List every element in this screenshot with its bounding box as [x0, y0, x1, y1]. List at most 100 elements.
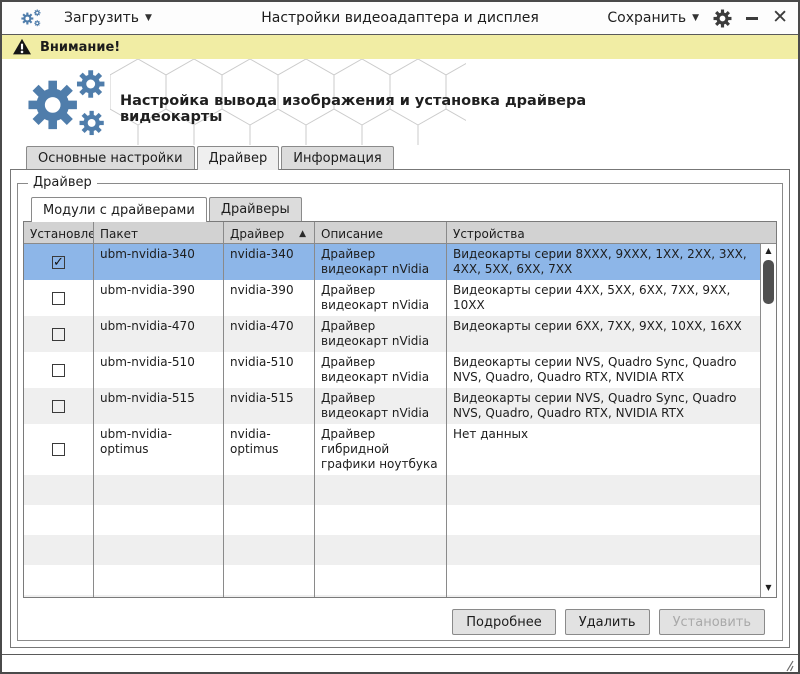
description-cell: Драйвер видеокарт nVidia [315, 244, 447, 280]
devices-cell: Видеокарты серии 4XX, 5XX, 6XX, 7XX, 9XX… [447, 280, 760, 316]
installed-checkbox[interactable] [52, 364, 65, 377]
table-row[interactable]: ubm-nvidia-optimus nvidia-optimus Драйве… [24, 424, 760, 475]
package-cell: ubm-nvidia-390 [94, 280, 224, 316]
table-body: ✓ ubm-nvidia-340 nvidia-340 Драйвер виде… [24, 244, 760, 597]
inner-tab-bar: Модули с драйверами Драйверы [23, 197, 777, 221]
action-button-row: Подробнее Удалить Установить [23, 609, 777, 635]
scrollbar-thumb[interactable] [763, 260, 774, 304]
close-button[interactable]: ✕ [772, 11, 788, 25]
description-cell [315, 595, 447, 597]
load-menu-button[interactable]: Загрузить ▼ [64, 10, 152, 26]
minimize-icon [746, 17, 758, 20]
chevron-down-icon: ▼ [692, 13, 699, 23]
driver-cell: nvidia-470 [224, 316, 315, 352]
driver-cell: nvidia-340 [224, 244, 315, 280]
tab-drivers[interactable]: Драйверы [209, 197, 302, 221]
scroll-up-arrow-icon[interactable]: ▲ [761, 246, 776, 258]
table-row[interactable] [24, 475, 760, 505]
driver-cell [224, 565, 315, 595]
scroll-down-arrow-icon[interactable]: ▼ [761, 583, 776, 595]
table-row[interactable] [24, 595, 760, 597]
description-cell: Драйвер видеокарт nVidia [315, 352, 447, 388]
driver-modules-table: Установлен Пакет Драйвер ▲ Описание Устр… [23, 221, 777, 598]
devices-cell [447, 535, 760, 565]
app-gears-icon [18, 7, 44, 29]
table-row[interactable]: ubm-nvidia-510 nvidia-510 Драйвер видеок… [24, 352, 760, 388]
package-cell [94, 595, 224, 597]
driver-cell [224, 595, 315, 597]
package-cell: ubm-nvidia-340 [94, 244, 224, 280]
devices-cell: Видеокарты серии NVS, Quadro Sync, Quadr… [447, 352, 760, 388]
main-tab-bar: Основные настройки Драйвер Информация [2, 145, 798, 169]
table-row[interactable]: ubm-nvidia-470 nvidia-470 Драйвер видеок… [24, 316, 760, 352]
save-menu-button[interactable]: Сохранить ▼ [607, 10, 699, 26]
column-header-description[interactable]: Описание [315, 222, 447, 243]
settings-gear-button[interactable] [713, 9, 732, 28]
gear-icon [713, 9, 732, 28]
tab-information[interactable]: Информация [281, 146, 393, 169]
devices-cell: Видеокарты серии 8XXX, 9XXX, 1XX, 2XX, 3… [447, 244, 760, 280]
devices-cell [447, 505, 760, 535]
tab-driver-modules[interactable]: Модули с драйверами [31, 197, 207, 222]
driver-cell: nvidia-510 [224, 352, 315, 388]
description-cell: Драйвер видеокарт nVidia [315, 388, 447, 424]
package-cell: ubm-nvidia-optimus [94, 424, 224, 475]
driver-cell [224, 505, 315, 535]
column-header-package[interactable]: Пакет [94, 222, 224, 243]
table-row[interactable] [24, 505, 760, 535]
minimize-button[interactable] [746, 17, 758, 20]
page-header: Настройка вывода изображения и установка… [2, 59, 798, 145]
package-cell [94, 505, 224, 535]
devices-cell [447, 565, 760, 595]
description-cell [315, 475, 447, 505]
package-cell: ubm-nvidia-510 [94, 352, 224, 388]
devices-cell [447, 475, 760, 505]
devices-cell: Видеокарты серии 6XX, 7XX, 9XX, 10XX, 16… [447, 316, 760, 352]
gears-logo-icon [18, 65, 114, 141]
tab-main-settings[interactable]: Основные настройки [26, 146, 195, 169]
delete-button[interactable]: Удалить [565, 609, 650, 635]
details-button[interactable]: Подробнее [452, 609, 555, 635]
installed-checkbox[interactable] [52, 328, 65, 341]
tab-driver[interactable]: Драйвер [197, 146, 280, 170]
table-row[interactable]: ✓ ubm-nvidia-340 nvidia-340 Драйвер виде… [24, 244, 760, 280]
description-cell [315, 565, 447, 595]
table-row[interactable]: ubm-nvidia-390 nvidia-390 Драйвер видеок… [24, 280, 760, 316]
status-bar [2, 654, 798, 674]
resize-grip[interactable] [781, 659, 794, 672]
driver-cell [224, 475, 315, 505]
install-button[interactable]: Установить [659, 609, 765, 635]
save-menu-label: Сохранить [607, 10, 686, 26]
app-window: Загрузить ▼ Настройки видеоадаптера и ди… [0, 0, 800, 674]
vertical-scrollbar[interactable]: ▲ ▼ [760, 244, 776, 597]
sort-asc-arrow-icon: ▲ [299, 229, 310, 239]
package-cell: ubm-nvidia-470 [94, 316, 224, 352]
description-cell [315, 505, 447, 535]
installed-checkbox[interactable] [52, 400, 65, 413]
devices-cell: Видеокарты серии NVS, Quadro Sync, Quadr… [447, 388, 760, 424]
installed-checkbox[interactable]: ✓ [52, 256, 65, 269]
title-bar: Загрузить ▼ Настройки видеоадаптера и ди… [2, 2, 798, 35]
driver-cell [224, 535, 315, 565]
warning-triangle-icon [12, 38, 32, 56]
driver-cell: nvidia-390 [224, 280, 315, 316]
table-header-row: Установлен Пакет Драйвер ▲ Описание Устр… [24, 222, 776, 244]
chevron-down-icon: ▼ [145, 13, 152, 23]
column-header-devices[interactable]: Устройства [447, 222, 776, 243]
column-header-driver[interactable]: Драйвер ▲ [224, 222, 315, 243]
table-row[interactable]: ubm-nvidia-515 nvidia-515 Драйвер видеок… [24, 388, 760, 424]
description-cell: Драйвер видеокарт nVidia [315, 280, 447, 316]
page-title: Настройка вывода изображения и установка… [120, 93, 680, 125]
installed-checkbox[interactable] [52, 292, 65, 305]
table-row[interactable] [24, 565, 760, 595]
devices-cell [447, 595, 760, 597]
column-header-installed[interactable]: Установлен [24, 222, 94, 243]
close-icon: ✕ [772, 11, 788, 25]
description-cell [315, 535, 447, 565]
table-row[interactable] [24, 535, 760, 565]
package-cell [94, 475, 224, 505]
description-cell: Драйвер гибридной графики ноутбука [315, 424, 447, 475]
package-cell: ubm-nvidia-515 [94, 388, 224, 424]
warning-banner: Внимание! [2, 35, 798, 59]
installed-checkbox[interactable] [52, 443, 65, 456]
